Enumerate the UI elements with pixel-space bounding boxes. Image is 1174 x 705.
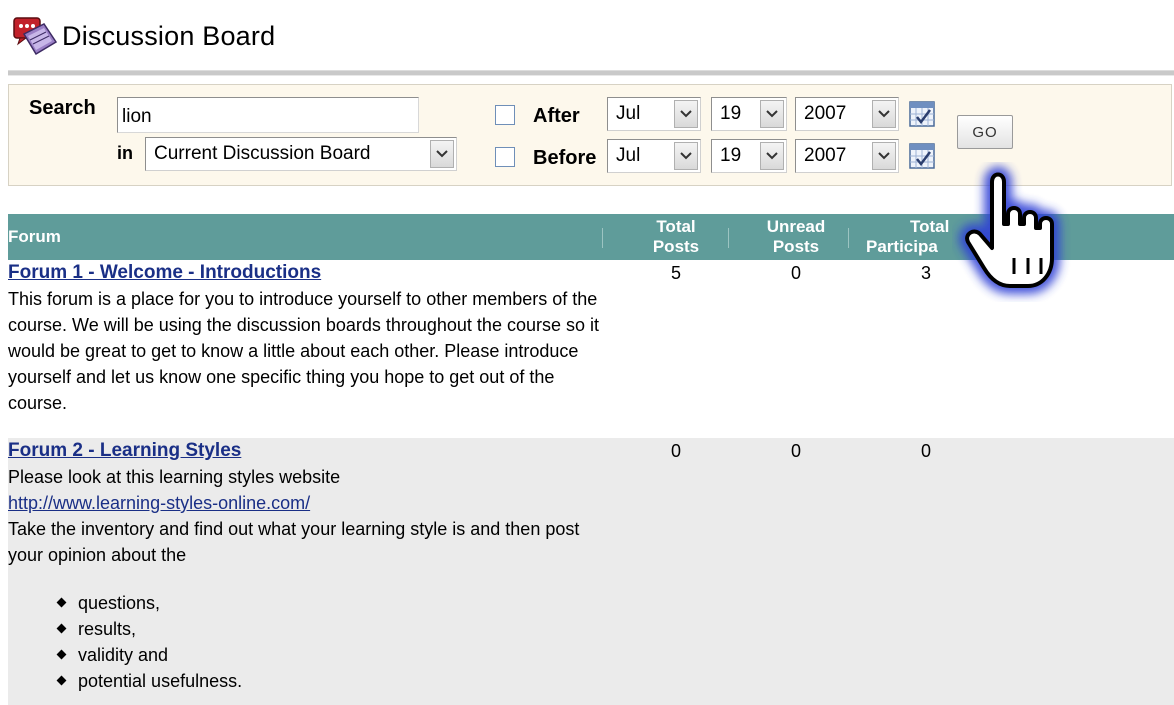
before-year-select[interactable]: 2007: [795, 139, 899, 173]
discussion-board-icon: [12, 14, 58, 58]
after-label: After: [533, 105, 580, 127]
list-item: questions,: [56, 590, 242, 616]
before-day-select[interactable]: 19: [711, 139, 787, 173]
after-checkbox[interactable]: [495, 105, 515, 125]
chevron-down-icon[interactable]: [674, 100, 698, 128]
column-header-total-posts-line-2: Posts: [652, 237, 700, 256]
scope-select-value: Current Discussion Board: [154, 143, 371, 164]
forum-1-link[interactable]: Forum 1 - Welcome - Introductions: [8, 260, 321, 286]
column-header-total-participants-line-1: Total: [910, 217, 950, 236]
forum-1-unread-posts: 0: [790, 263, 801, 283]
forum-1-total-posts: 5: [670, 263, 681, 283]
after-month-value: Jul: [616, 103, 641, 124]
list-item: potential usefulness.: [56, 668, 242, 694]
forum-2-total-participants: 0: [920, 441, 931, 461]
after-day-select[interactable]: 19: [711, 97, 787, 131]
chevron-down-icon[interactable]: [872, 142, 896, 170]
column-header-total-posts-line-1: Total: [656, 217, 696, 236]
calendar-icon[interactable]: [909, 143, 935, 169]
column-header-unread-posts[interactable]: Unread Posts: [752, 217, 840, 257]
chevron-down-icon[interactable]: [760, 142, 784, 170]
list-item: validity and: [56, 642, 242, 668]
forum-2-url-wrap: http://www.learning-styles-online.com/: [8, 490, 628, 516]
page-title: Discussion Board: [62, 20, 276, 51]
search-input[interactable]: [117, 97, 419, 133]
forum-2-description-after: Take the inventory and find out what you…: [8, 519, 580, 565]
forum-2-bullet-list: questions, results, validity and potenti…: [56, 590, 242, 694]
forum-2-link[interactable]: Forum 2 - Learning Styles: [8, 438, 241, 464]
column-divider: [602, 228, 603, 248]
chevron-down-icon[interactable]: [760, 100, 784, 128]
page-header: Discussion Board: [12, 14, 275, 58]
go-button[interactable]: GO: [957, 115, 1013, 149]
search-label: Search: [29, 97, 96, 119]
before-label: Before: [533, 147, 597, 169]
before-checkbox[interactable]: [495, 147, 515, 167]
calendar-icon[interactable]: [909, 101, 935, 127]
forum-2-unread-posts: 0: [790, 441, 801, 461]
column-header-forum[interactable]: Forum: [8, 227, 61, 247]
column-divider: [728, 228, 729, 248]
after-year-value: 2007: [804, 103, 847, 124]
in-label: in: [117, 143, 133, 163]
column-header-total-participants-line-2: Participa: [866, 237, 938, 256]
list-item: results,: [56, 616, 242, 642]
scope-select[interactable]: Current Discussion Board: [145, 137, 457, 171]
hand-pointer-icon: [952, 162, 1082, 302]
before-month-value: Jul: [616, 145, 641, 166]
column-header-total-posts[interactable]: Total Posts: [636, 217, 716, 257]
title-divider: [8, 70, 1174, 76]
forum-2-total-posts: 0: [670, 441, 681, 461]
forum-2-description-intro: Please look at this learning styles webs…: [8, 467, 341, 487]
after-day-value: 19: [720, 103, 742, 124]
before-day-value: 19: [720, 145, 742, 166]
chevron-down-icon[interactable]: [674, 142, 698, 170]
before-year-value: 2007: [804, 145, 847, 166]
chevron-down-icon[interactable]: [872, 100, 896, 128]
forum-1-description: This forum is a place for you to introdu…: [8, 289, 599, 413]
column-divider: [848, 228, 849, 248]
before-month-select[interactable]: Jul: [607, 139, 701, 173]
learning-styles-url-link[interactable]: http://www.learning-styles-online.com/: [8, 493, 310, 513]
column-header-unread-posts-line-2: Posts: [772, 237, 820, 256]
after-year-select[interactable]: 2007: [795, 97, 899, 131]
forum-1-total-participants: 3: [920, 263, 931, 283]
chevron-down-icon[interactable]: [430, 140, 454, 168]
after-month-select[interactable]: Jul: [607, 97, 701, 131]
column-header-total-participants[interactable]: Total Participa: [866, 217, 958, 257]
table-row: Forum 2 - Learning Styles Please look at…: [8, 438, 1174, 705]
column-header-unread-posts-line-1: Unread: [766, 217, 826, 236]
